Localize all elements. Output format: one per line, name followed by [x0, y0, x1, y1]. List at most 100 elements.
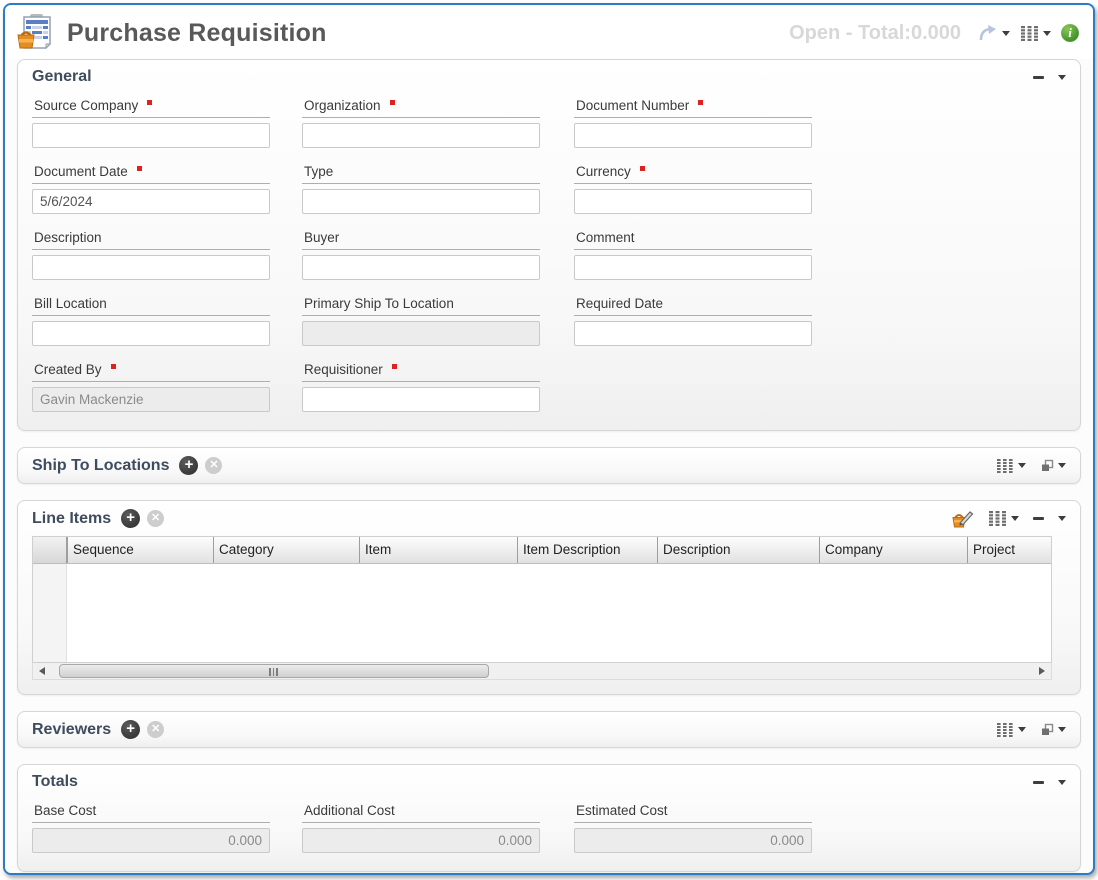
organization-input[interactable]	[302, 123, 540, 148]
app-header: Purchase Requisition Open - Total:0.000	[5, 5, 1093, 59]
line-items-table-header: Sequence Category Item Item Description …	[33, 537, 1051, 564]
required-marker	[137, 166, 142, 171]
field-label: Currency	[576, 164, 631, 179]
column-header-category[interactable]: Category	[213, 537, 359, 563]
section-menu-chevron-icon[interactable]	[1058, 516, 1066, 521]
primary-ship-to-location-input	[302, 321, 540, 346]
type-input[interactable]	[302, 189, 540, 214]
columns-grid-icon	[988, 511, 1008, 526]
buyer-input[interactable]	[302, 255, 540, 280]
scroll-left-arrow-icon[interactable]	[39, 667, 45, 675]
reviewers-title: Reviewers	[32, 721, 111, 739]
delete-reviewer-button[interactable]: ✕	[147, 721, 164, 738]
ship-to-locations-title: Ship To Locations	[32, 457, 169, 475]
created-by-input	[32, 387, 270, 412]
view-options-button[interactable]	[1020, 26, 1051, 41]
field-comment: Comment	[574, 230, 1066, 280]
field-label: Additional Cost	[304, 803, 395, 818]
line-items-empty-rows	[33, 564, 1051, 662]
field-label: Primary Ship To Location	[304, 296, 454, 311]
source-company-input[interactable]	[32, 123, 270, 148]
collapse-icon[interactable]	[1033, 781, 1044, 784]
field-document-number: Document Number	[574, 98, 1066, 148]
delete-ship-to-location-button[interactable]: ✕	[205, 457, 222, 474]
reviewers-view-options-button[interactable]	[997, 723, 1026, 737]
field-currency: Currency	[574, 164, 1066, 214]
section-menu-chevron-icon[interactable]	[1058, 75, 1066, 80]
reviewers-window-mode-button[interactable]	[1040, 723, 1066, 737]
chevron-down-icon	[1058, 727, 1066, 732]
delete-line-item-button[interactable]: ✕	[147, 510, 164, 527]
description-input[interactable]	[32, 255, 270, 280]
field-label: Requisitioner	[304, 362, 383, 377]
basket-pencil-icon	[952, 509, 974, 528]
field-estimated-cost: Estimated Cost	[574, 803, 1066, 853]
chevron-down-icon	[1043, 31, 1051, 36]
purchase-requisition-app-icon	[17, 13, 57, 53]
scroll-right-arrow-icon[interactable]	[1039, 667, 1045, 675]
field-document-date: Document Date	[32, 164, 302, 214]
column-header-item[interactable]: Item	[359, 537, 517, 563]
line-items-section: Line Items + ✕	[17, 500, 1081, 695]
actions-menu-button[interactable]	[977, 24, 1010, 42]
document-number-input[interactable]	[574, 123, 812, 148]
currency-input[interactable]	[574, 189, 812, 214]
ship-to-view-options-button[interactable]	[997, 459, 1026, 473]
bill-location-input[interactable]	[32, 321, 270, 346]
chevron-down-icon	[1011, 516, 1019, 521]
estimated-cost-input	[574, 828, 812, 853]
field-base-cost: Base Cost	[32, 803, 302, 853]
required-marker	[390, 100, 395, 105]
chevron-down-icon	[1018, 727, 1026, 732]
app-window: Purchase Requisition Open - Total:0.000	[3, 3, 1095, 875]
info-icon[interactable]: i	[1061, 24, 1079, 42]
field-label: Document Date	[34, 164, 128, 179]
add-reviewer-button[interactable]: +	[121, 720, 140, 739]
requisitioner-input[interactable]	[302, 387, 540, 412]
scrollbar-grip-icon	[269, 668, 278, 676]
line-items-table: Sequence Category Item Item Description …	[32, 536, 1052, 662]
field-label: Comment	[576, 230, 635, 245]
document-date-input[interactable]	[32, 189, 270, 214]
section-menu-chevron-icon[interactable]	[1058, 780, 1066, 785]
general-section: General Source Company Organization Docu…	[17, 59, 1081, 431]
add-ship-to-location-button[interactable]: +	[179, 456, 198, 475]
required-date-input[interactable]	[574, 321, 812, 346]
field-label: Organization	[304, 98, 381, 113]
chevron-down-icon	[1018, 463, 1026, 468]
required-marker	[147, 100, 152, 105]
columns-grid-icon	[997, 459, 1015, 473]
collapse-icon[interactable]	[1033, 76, 1044, 79]
field-source-company: Source Company	[32, 98, 302, 148]
field-label: Base Cost	[34, 803, 96, 818]
column-header-description[interactable]: Description	[657, 537, 819, 563]
base-cost-input	[32, 828, 270, 853]
ship-to-window-mode-button[interactable]	[1040, 459, 1066, 473]
column-header-item-description[interactable]: Item Description	[517, 537, 657, 563]
field-buyer: Buyer	[302, 230, 574, 280]
add-line-item-button[interactable]: +	[121, 509, 140, 528]
scrollbar-thumb[interactable]	[59, 664, 489, 678]
field-created-by: Created By	[32, 362, 302, 412]
field-description: Description	[32, 230, 302, 280]
totals-title: Totals	[32, 773, 78, 791]
field-label: Buyer	[304, 230, 339, 245]
column-header-company[interactable]: Company	[819, 537, 967, 563]
edit-line-items-button[interactable]	[952, 509, 974, 528]
columns-grid-icon	[1020, 26, 1040, 41]
field-organization: Organization	[302, 98, 574, 148]
column-header-project[interactable]: Project	[967, 537, 1051, 563]
collapse-icon[interactable]	[1033, 517, 1044, 520]
line-items-view-options-button[interactable]	[988, 511, 1019, 526]
required-marker	[392, 364, 397, 369]
general-section-title: General	[32, 68, 92, 86]
cascade-windows-icon	[1040, 723, 1055, 737]
field-required-date: Required Date	[574, 296, 1066, 346]
field-label: Created By	[34, 362, 102, 377]
horizontal-scrollbar[interactable]	[32, 662, 1052, 680]
comment-input[interactable]	[574, 255, 812, 280]
field-label: Estimated Cost	[576, 803, 668, 818]
row-selector-header[interactable]	[33, 537, 67, 563]
field-label: Type	[304, 164, 333, 179]
column-header-sequence[interactable]: Sequence	[67, 537, 213, 563]
